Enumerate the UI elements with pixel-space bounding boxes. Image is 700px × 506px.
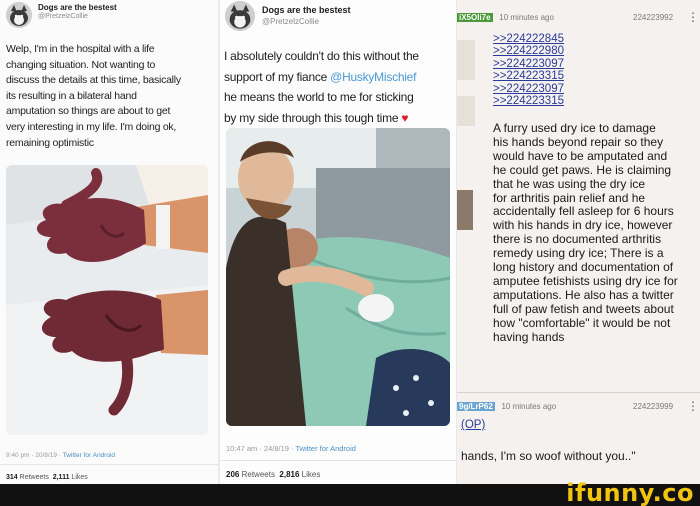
timestamp-text: 9:40 pm · 20/8/19 · xyxy=(6,452,61,459)
avatar[interactable] xyxy=(6,2,32,28)
post-body-line: with his hands in dry ice, however xyxy=(493,218,673,233)
tweet-text-line: Welp, I'm in the hospital with a life xyxy=(6,43,155,55)
tweet-text-line: by my side through this tough time ♥ xyxy=(224,108,456,129)
post-number[interactable]: 224223999 xyxy=(633,402,673,411)
poster-id-badge[interactable]: iX5OIi7e xyxy=(457,13,493,22)
retweets-count[interactable]: 206 xyxy=(226,470,239,479)
tweet-text-fragment: by my side through this tough time xyxy=(224,110,399,125)
tweet-text-line: its resulting in a bilateral hand xyxy=(6,89,137,102)
tweet-timestamp[interactable]: 9:40 pm · 20/8/19 · Twitter for Android xyxy=(6,452,115,459)
tweet-photo[interactable] xyxy=(226,128,450,426)
thumbnail-strip xyxy=(457,190,473,230)
post-body: A furry used dry ice to damage his hands… xyxy=(493,121,698,345)
post-divider xyxy=(457,392,700,393)
quote-links: >>224222845 >>224222980 >>224223097 >>22… xyxy=(493,33,564,107)
quote-link[interactable]: >>224222845 xyxy=(493,33,564,45)
thumbnail-strip xyxy=(457,40,475,80)
tweet-timestamp[interactable]: 10:47 am · 24/8/19 · Twitter for Android xyxy=(226,444,356,453)
dog-avatar-icon xyxy=(225,1,255,31)
quote-link[interactable]: >>224223097 xyxy=(493,58,564,70)
post-body-line: A furry used dry ice to damage xyxy=(493,121,656,135)
dog-avatar-icon xyxy=(6,2,32,28)
post-body-line: how "comfortable" it would be not xyxy=(493,315,671,330)
post-body-line: long history and documentation of xyxy=(493,260,674,275)
display-name[interactable]: Dogs are the bestest xyxy=(262,5,351,15)
likes-count[interactable]: 2,816 xyxy=(279,470,299,479)
hands-photo-illustration xyxy=(6,165,208,435)
quote-link[interactable]: >>224222980 xyxy=(493,45,564,57)
thumbnail-strip xyxy=(457,96,475,126)
mention-link[interactable]: @HuskyMischief xyxy=(330,70,416,84)
tweet-text-line: remaining optimistic xyxy=(6,136,94,149)
tweet-photo[interactable] xyxy=(6,165,208,435)
more-options-icon[interactable]: ⋮ xyxy=(687,399,699,413)
timestamp-text: 10:47 am · 24/8/19 · xyxy=(226,444,294,453)
retweets-count[interactable]: 314 xyxy=(6,474,18,481)
post-age: 10 minutes ago xyxy=(501,402,557,411)
likes-label: Likes xyxy=(71,474,88,481)
quote-link[interactable]: >>224223097 xyxy=(493,83,564,95)
post-body-line: his hands beyond repair so they xyxy=(493,134,664,149)
post-body-line: accidentally fell asleep for 6 hours xyxy=(493,204,674,219)
divider xyxy=(0,464,218,465)
watermark-bar: ifunny.co xyxy=(0,479,700,506)
display-name[interactable]: Dogs are the bestest xyxy=(38,3,117,12)
retweets-label: Retweets xyxy=(19,474,49,481)
likes-label: Likes xyxy=(301,470,321,479)
divider xyxy=(220,460,456,461)
post-body-line: he could get paws. He is claiming xyxy=(493,162,672,177)
tweet-panel-1: Dogs are the bestest @PretzelzCollie Wel… xyxy=(0,0,218,484)
tweet-text-line: support of my fiance @HuskyMischief xyxy=(224,67,456,88)
quote-link[interactable]: >>224223315 xyxy=(493,70,564,82)
tweet-text-line: discuss the details at this time, basica… xyxy=(6,74,181,87)
tweet-text-fragment: support of my fiance xyxy=(224,69,328,84)
ifunny-logo: ifunny.co xyxy=(566,479,694,506)
post-number[interactable]: 224223992 xyxy=(633,13,673,22)
heart-icon: ♥ xyxy=(401,110,409,125)
post-body-line: would have to be amputated and xyxy=(493,148,668,163)
tweet-text-line: very interesting in my life. I'm doing o… xyxy=(6,120,177,133)
post-body-line: amputations. He also has a twitter xyxy=(493,287,674,302)
post-body-line: full of paw fetish and tweets about xyxy=(493,301,674,316)
tweet-stats: 314 Retweets 2,111 Likes xyxy=(6,474,88,481)
post-age: 10 minutes ago xyxy=(499,13,554,22)
source-link[interactable]: Twitter for Android xyxy=(63,452,115,459)
tweet-text-line: changing situation. Not wanting to xyxy=(6,58,156,71)
post-body-line: for arthritis pain relief and he xyxy=(493,190,646,205)
post-body-line: amputee fetishists using dry ice for xyxy=(493,273,678,288)
avatar[interactable] xyxy=(225,1,255,31)
tweet-panel-2: Dogs are the bestest @PretzelzCollie I a… xyxy=(220,0,456,484)
post-header: iX5OIi7e 10 minutes ago xyxy=(457,13,554,22)
post-body-line: remedy using dry ice; There is a xyxy=(493,246,664,261)
user-handle[interactable]: @PretzelzCollie xyxy=(262,17,319,26)
more-options-icon[interactable]: ⋮ xyxy=(687,10,699,24)
post-body-line: there is no documented arthritis xyxy=(493,232,662,247)
user-handle[interactable]: @PretzelzCollie xyxy=(38,13,88,20)
likes-count[interactable]: 2,111 xyxy=(53,474,70,481)
post-body-line: having hands xyxy=(493,329,565,344)
tweet-text: I absolutely couldn't do this without th… xyxy=(224,46,456,128)
hospital-photo-illustration xyxy=(226,128,450,426)
imageboard-panel: iX5OIi7e 10 minutes ago 224223992 ⋮ >>22… xyxy=(457,0,700,484)
tweet-text: Welp, I'm in the hospital with a life ch… xyxy=(6,42,216,151)
retweets-label: Retweets xyxy=(241,470,275,479)
poster-id-badge[interactable]: 9g/LrP62 xyxy=(457,402,495,411)
post-body: hands, I'm so woof without you.." xyxy=(461,449,636,463)
tweet-text-line: he means the world to me for sticking xyxy=(224,90,414,104)
tweet-stats: 206 Retweets 2,816 Likes xyxy=(226,470,320,479)
post-header: 9g/LrP62 10 minutes ago xyxy=(457,402,556,411)
tweet-text-line: amputation so things are about to get xyxy=(6,105,171,118)
quote-link[interactable]: >>224223315 xyxy=(493,95,564,107)
post-body-line: that he was using the dry ice xyxy=(493,176,646,191)
op-quote-link[interactable]: (OP) xyxy=(461,419,485,431)
source-link[interactable]: Twitter for Android xyxy=(296,444,356,453)
tweet-text-line: I absolutely couldn't do this without th… xyxy=(224,49,419,63)
